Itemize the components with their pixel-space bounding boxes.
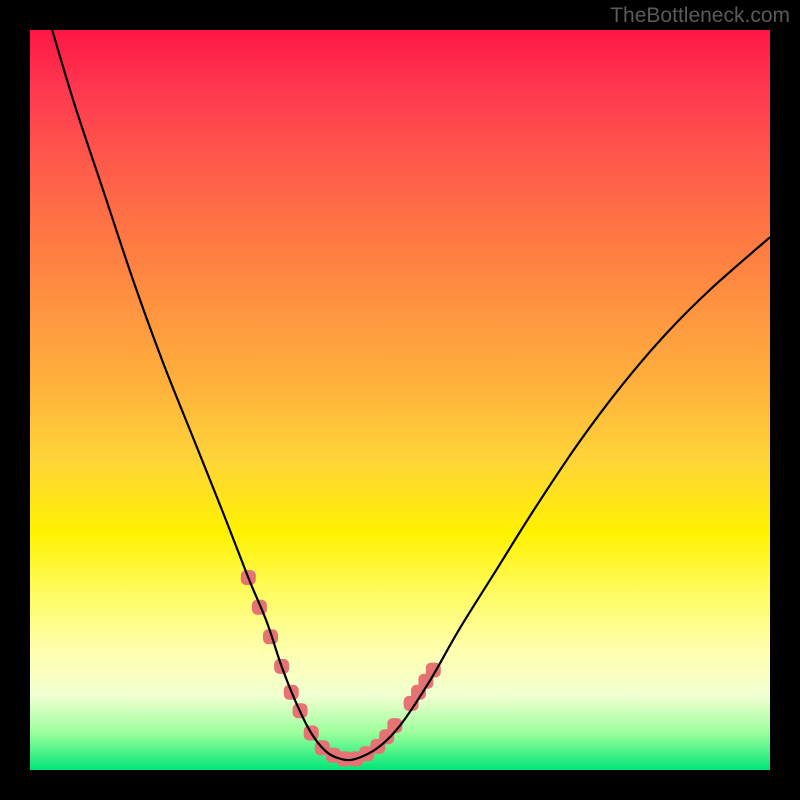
watermark-text: TheBottleneck.com — [610, 4, 790, 28]
bottleneck-curve — [52, 30, 770, 760]
highlight-markers — [241, 570, 441, 766]
chart-svg — [30, 30, 770, 770]
chart-plot-area — [30, 30, 770, 770]
